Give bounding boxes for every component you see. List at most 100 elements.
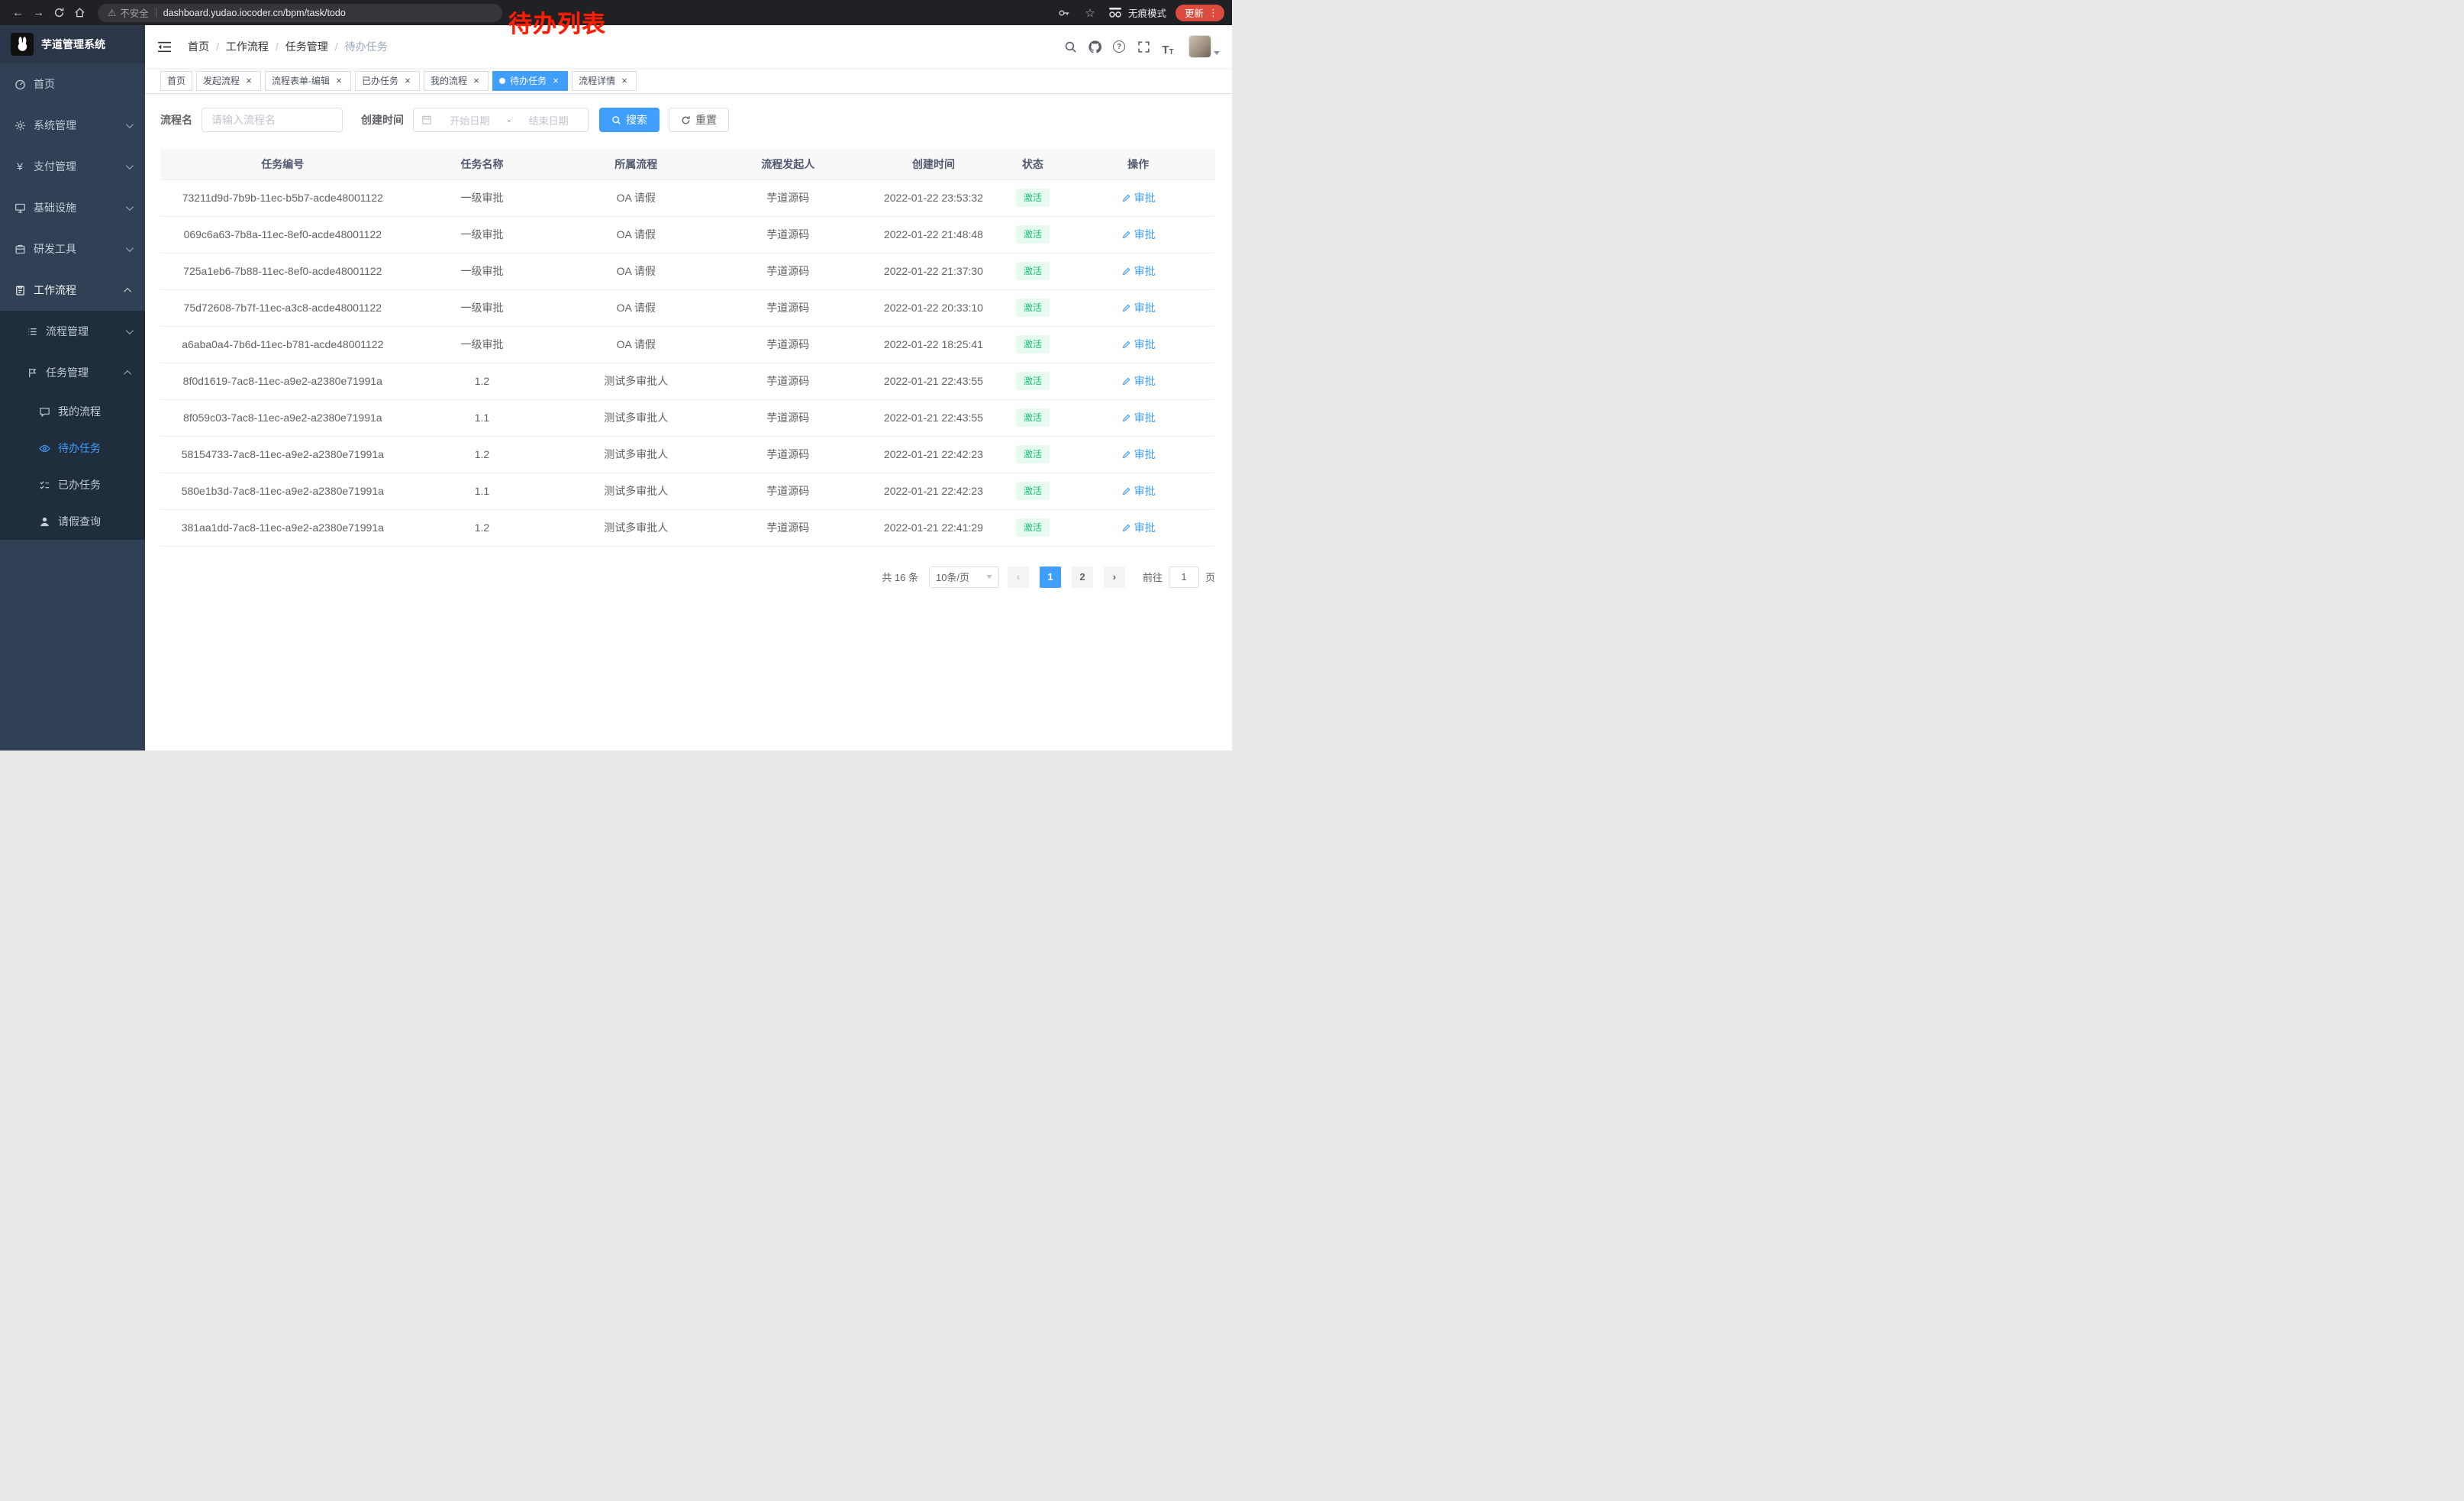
breadcrumb-workflow[interactable]: 工作流程	[226, 39, 269, 54]
toolbox-icon	[14, 243, 26, 255]
tab-form-edit[interactable]: 流程表单-编辑 ×	[265, 71, 351, 91]
sidebar-toggle-icon[interactable]	[157, 38, 174, 55]
tab-done-tasks[interactable]: 已办任务 ×	[355, 71, 420, 91]
browser-back-icon[interactable]: ←	[8, 2, 28, 23]
table-row: a6aba0a4-7b6d-11ec-b781-acde48001122 一级审…	[160, 326, 1215, 363]
tab-label: 已办任务	[362, 74, 398, 87]
process-name-label: 流程名	[160, 112, 192, 128]
close-icon[interactable]: ×	[243, 76, 254, 86]
dashboard-icon	[14, 78, 26, 90]
table-row: 58154733-7ac8-11ec-a9e2-a2380e71991a 1.2…	[160, 436, 1215, 473]
cell-task-id: 580e1b3d-7ac8-11ec-a9e2-a2380e71991a	[160, 473, 405, 509]
font-size-icon[interactable]: TT	[1158, 37, 1178, 56]
table-row: 069c6a63-7b8a-11ec-8ef0-acde48001122 一级审…	[160, 216, 1215, 253]
close-icon[interactable]: ×	[334, 76, 344, 86]
approve-link[interactable]: 审批	[1121, 300, 1156, 315]
edit-pen-icon	[1121, 413, 1131, 423]
approve-link[interactable]: 审批	[1121, 227, 1156, 242]
sidebar-item-process-mgmt[interactable]: 流程管理	[0, 311, 145, 352]
cell-status: 激活	[1005, 253, 1062, 289]
status-badge: 激活	[1016, 518, 1050, 537]
close-icon[interactable]: ×	[402, 76, 413, 86]
tab-my-process[interactable]: 我的流程 ×	[424, 71, 489, 91]
approve-link[interactable]: 审批	[1121, 373, 1156, 389]
user-menu[interactable]	[1188, 35, 1220, 58]
gear-icon	[14, 119, 26, 131]
sidebar-item-home[interactable]: 首页	[0, 63, 145, 105]
sidebar-item-leave-query[interactable]: 请假查询	[0, 503, 145, 540]
close-icon[interactable]: ×	[619, 76, 630, 86]
browser-menu-icon[interactable]: ⋮	[1208, 7, 1218, 19]
status-badge: 激活	[1016, 445, 1050, 463]
close-icon[interactable]: ×	[550, 76, 561, 86]
date-range-picker[interactable]: 开始日期 - 结束日期	[413, 108, 589, 132]
browser-refresh-icon[interactable]	[49, 2, 69, 23]
prev-page-button[interactable]: ‹	[1008, 567, 1029, 588]
column-task-name: 任务名称	[405, 149, 560, 179]
avatar[interactable]	[1188, 35, 1211, 58]
incognito-badge: 无痕模式	[1108, 5, 1166, 20]
search-button[interactable]: 搜索	[599, 108, 660, 132]
github-icon[interactable]	[1085, 37, 1105, 56]
approve-link[interactable]: 审批	[1121, 410, 1156, 425]
cell-actions: 审批	[1061, 326, 1215, 363]
sidebar-item-infra[interactable]: 基础设施	[0, 187, 145, 228]
approve-link[interactable]: 审批	[1121, 447, 1156, 462]
password-key-icon[interactable]	[1056, 5, 1072, 21]
column-status: 状态	[1005, 149, 1062, 179]
font-small-glyph: T	[1169, 48, 1174, 56]
approve-link[interactable]: 审批	[1121, 190, 1156, 205]
sidebar-item-todo-tasks[interactable]: 待办任务	[0, 430, 145, 466]
cell-task-id: 8f0d1619-7ac8-11ec-a9e2-a2380e71991a	[160, 363, 405, 399]
address-bar[interactable]: ⚠ 不安全 dashboard.yudao.iocoder.cn/bpm/tas…	[98, 4, 502, 22]
logo-image	[11, 33, 34, 56]
breadcrumb-task-mgmt[interactable]: 任务管理	[285, 39, 328, 54]
next-page-button[interactable]: ›	[1104, 567, 1125, 588]
main-area: 首页 工作流程 任务管理 待办任务 ?	[145, 25, 1232, 750]
security-status[interactable]: ⚠ 不安全	[108, 5, 149, 20]
browser-home-icon[interactable]	[69, 2, 90, 23]
search-button-label: 搜索	[626, 112, 647, 128]
sidebar-item-done-tasks[interactable]: 已办任务	[0, 466, 145, 503]
page-button-2[interactable]: 2	[1072, 567, 1093, 588]
fullscreen-icon[interactable]	[1134, 37, 1153, 56]
search-icon[interactable]	[1060, 37, 1080, 56]
tab-todo-tasks[interactable]: 待办任务 ×	[492, 71, 568, 91]
bookmark-star-icon[interactable]: ☆	[1082, 5, 1098, 21]
sidebar-menu: 首页 系统管理 ¥ 支付管理 基础设施	[0, 63, 145, 540]
breadcrumb-home[interactable]: 首页	[188, 39, 209, 54]
warning-icon: ⚠	[108, 7, 116, 18]
page-size-select[interactable]: 10条/页	[929, 567, 999, 588]
app-logo[interactable]: 芋道管理系统	[0, 25, 145, 63]
cell-actions: 审批	[1061, 216, 1215, 253]
browser-forward-icon[interactable]: →	[28, 2, 49, 23]
cell-status: 激活	[1005, 399, 1062, 436]
tab-process-detail[interactable]: 流程详情 ×	[572, 71, 637, 91]
tab-start-process[interactable]: 发起流程 ×	[196, 71, 261, 91]
tab-label: 首页	[167, 74, 185, 87]
approve-link[interactable]: 审批	[1121, 483, 1156, 499]
cell-status: 激活	[1005, 509, 1062, 546]
help-icon[interactable]: ?	[1109, 37, 1129, 56]
tab-home[interactable]: 首页	[160, 71, 192, 91]
update-button[interactable]: 更新 ⋮	[1176, 5, 1224, 21]
sidebar-item-system[interactable]: 系统管理	[0, 105, 145, 146]
approve-link[interactable]: 审批	[1121, 263, 1156, 279]
process-name-input[interactable]	[202, 108, 343, 132]
breadcrumb-separator	[335, 40, 338, 53]
approve-link[interactable]: 审批	[1121, 520, 1156, 535]
approve-link[interactable]: 审批	[1121, 337, 1156, 352]
page-button-1[interactable]: 1	[1040, 567, 1061, 588]
sidebar-item-task-mgmt[interactable]: 任务管理	[0, 352, 145, 393]
goto-page-input[interactable]	[1169, 567, 1199, 588]
cell-task-name: 1.1	[405, 399, 560, 436]
reset-button[interactable]: 重置	[669, 108, 729, 132]
sidebar-item-my-process[interactable]: 我的流程	[0, 393, 145, 430]
edit-pen-icon	[1121, 266, 1131, 276]
sidebar-item-label: 已办任务	[58, 477, 101, 492]
close-icon[interactable]: ×	[471, 76, 482, 86]
cell-created: 2022-01-22 18:25:41	[863, 326, 1004, 363]
sidebar-item-devtools[interactable]: 研发工具	[0, 228, 145, 270]
sidebar-item-payment[interactable]: ¥ 支付管理	[0, 146, 145, 187]
sidebar-item-workflow[interactable]: 工作流程	[0, 270, 145, 311]
